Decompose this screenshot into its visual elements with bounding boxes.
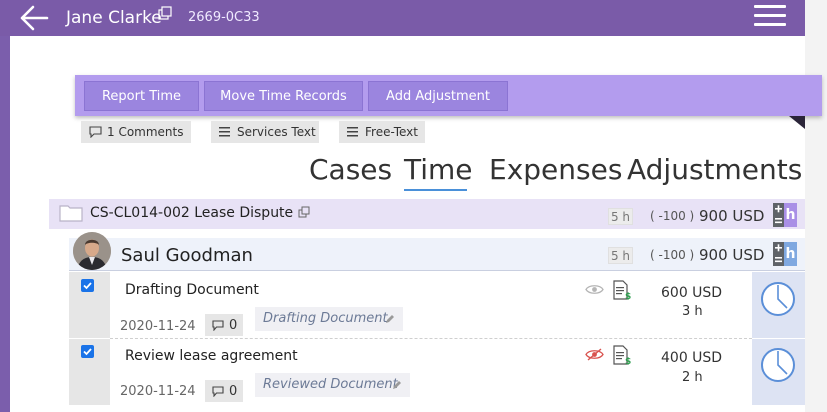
list-icon — [219, 127, 230, 137]
pencil-icon[interactable] — [385, 314, 395, 324]
record-comments-chip[interactable]: 0 — [205, 380, 243, 402]
tab-adjustments[interactable]: Adjustments — [627, 153, 802, 186]
client-code: 2669-0C33 — [188, 10, 260, 25]
record-comment-count: 0 — [229, 384, 238, 399]
employee-name[interactable]: Saul Goodman — [121, 245, 253, 266]
hamburger-menu-icon[interactable] — [754, 5, 786, 27]
record-amount: 400 USD — [661, 350, 723, 366]
record-checkbox[interactable] — [81, 279, 94, 292]
checkmark-icon — [83, 348, 92, 356]
list-icon — [347, 127, 358, 137]
tab-cases[interactable]: Cases — [309, 153, 392, 186]
services-text-chip-label: Services Text — [237, 125, 316, 139]
top-bar: Jane Clarke 2669-0C33 — [0, 0, 805, 36]
eye-slash-icon[interactable] — [585, 348, 604, 361]
move-time-records-button[interactable]: Move Time Records — [204, 81, 363, 111]
record-date: 2020-11-24 — [120, 319, 196, 334]
billable-document-icon[interactable]: $ — [612, 345, 632, 365]
tab-expenses[interactable]: Expenses — [489, 153, 622, 186]
comments-chip-label: 1 Comments — [107, 125, 184, 139]
record-checkbox[interactable] — [81, 345, 94, 358]
action-toolbar: Report Time Move Time Records Add Adjust… — [75, 75, 822, 129]
billable-document-icon[interactable]: $ — [612, 280, 632, 300]
back-arrow-icon[interactable] — [18, 3, 50, 33]
add-adjustment-button[interactable]: Add Adjustment — [368, 81, 508, 111]
record-description-chip[interactable]: Drafting Document — [255, 307, 403, 331]
comments-chip[interactable]: 1 Comments — [81, 121, 191, 143]
time-records-screen: Jane Clarke 2669-0C33 Report Time Move T… — [0, 0, 827, 412]
employee-hours-badge: 5 h — [608, 247, 633, 264]
left-accent-strip — [0, 36, 10, 412]
case-hours-badge: 5 h — [608, 208, 633, 225]
employee-adjustment: ( -100 ) — [650, 248, 695, 262]
case-title[interactable]: CS-CL014-002 Lease Dispute — [90, 205, 293, 221]
case-hours-toggle[interactable]: h — [784, 203, 797, 227]
employee-hours-toggle[interactable]: h — [784, 242, 797, 266]
checkmark-icon — [83, 282, 92, 290]
comment-icon — [89, 126, 102, 138]
comment-icon — [212, 386, 224, 397]
record-comments-chip[interactable]: 0 — [205, 314, 243, 336]
pencil-icon[interactable] — [392, 380, 402, 390]
case-adjustment: ( -100 ) — [650, 209, 695, 223]
record-comment-count: 0 — [229, 318, 238, 333]
tab-time[interactable]: Time — [404, 153, 473, 186]
avatar — [73, 232, 111, 270]
toolbar-fold-corner — [789, 116, 805, 129]
right-gutter — [805, 0, 827, 412]
svg-text:$: $ — [625, 357, 631, 365]
calculator-icon[interactable] — [773, 242, 784, 266]
folder-icon — [59, 205, 83, 222]
external-link-icon[interactable] — [298, 206, 310, 218]
comment-icon — [212, 320, 224, 331]
record-title[interactable]: Drafting Document — [125, 282, 259, 298]
record-hours: 3 h — [682, 304, 703, 319]
record-hours: 2 h — [682, 370, 703, 385]
svg-text:$: $ — [625, 292, 631, 300]
record-title[interactable]: Review lease agreement — [125, 348, 298, 364]
timer-icon[interactable] — [760, 281, 796, 317]
active-tab-indicator — [404, 189, 467, 191]
record-description: Drafting Document — [263, 311, 388, 326]
free-text-chip-label: Free-Text — [365, 125, 418, 139]
external-link-icon[interactable] — [158, 6, 172, 20]
report-time-button[interactable]: Report Time — [84, 81, 199, 111]
eye-icon[interactable] — [585, 283, 604, 296]
record-description: Reviewed Document — [263, 377, 398, 392]
employee-amount: 900 USD — [699, 246, 765, 264]
record-amount: 600 USD — [661, 285, 723, 301]
free-text-chip[interactable]: Free-Text — [339, 121, 425, 143]
case-amount: 900 USD — [699, 207, 765, 225]
record-date: 2020-11-24 — [120, 384, 196, 399]
record-description-chip[interactable]: Reviewed Document — [255, 373, 410, 397]
client-name[interactable]: Jane Clarke — [66, 8, 162, 28]
calculator-icon[interactable] — [773, 203, 784, 227]
timer-icon[interactable] — [760, 347, 796, 383]
services-text-chip[interactable]: Services Text — [211, 121, 319, 143]
